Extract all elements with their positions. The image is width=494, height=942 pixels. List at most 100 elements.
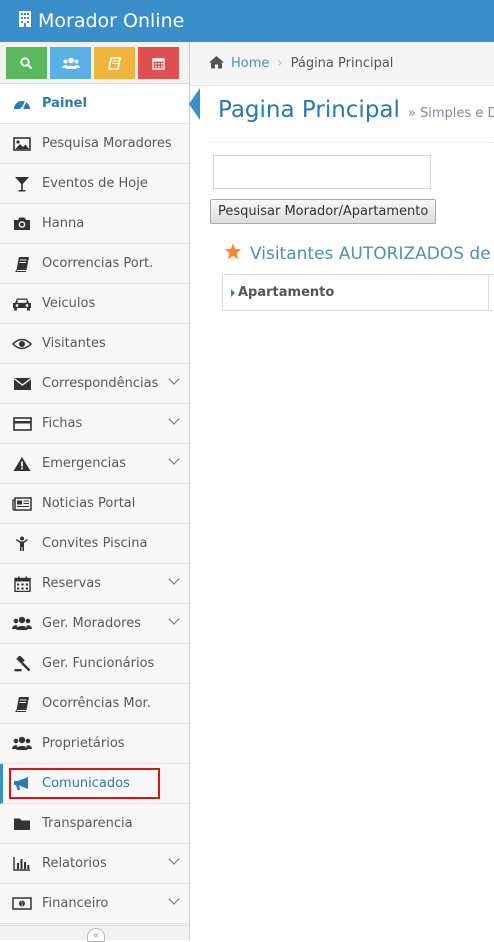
table-header-apartamento[interactable]: Apartamento (223, 275, 489, 310)
app-title[interactable]: Morador Online (38, 10, 184, 32)
sidebar-item-proprietarios[interactable]: Proprietários (0, 724, 189, 764)
search-icon (20, 56, 33, 69)
sidebar-item-ocorrencias-mor[interactable]: Ocorrências Mor. (0, 684, 189, 724)
widget-header: Visitantes AUTORIZADOS de H (224, 243, 494, 265)
sidebar-item-pesquisa-moradores[interactable]: Pesquisa Moradores (0, 124, 189, 164)
sidebar-item-label: Eventos de Hoje (42, 176, 148, 191)
page-subtitle-text: Simples e Dir (420, 106, 494, 121)
double-chevron-right-icon: » (407, 106, 421, 121)
page-header: Pagina Principal » Simples e Dir (218, 97, 494, 123)
users-icon (11, 614, 33, 634)
breadcrumb-separator-icon: › (277, 56, 283, 71)
chevron-down-icon (168, 613, 180, 625)
sidebar-item-ger-moradores[interactable]: Ger. Moradores (0, 604, 189, 644)
chevron-down-icon (168, 453, 180, 465)
sidebar-item-label: Transparencia (42, 816, 133, 831)
sidebar-item-label: Convites Piscina (42, 536, 148, 551)
camera-icon (11, 214, 33, 234)
search-morador-button[interactable]: Pesquisar Morador/Apartamento (210, 199, 437, 224)
gavel-icon (11, 654, 33, 674)
book-icon (11, 694, 33, 714)
book-icon (11, 254, 33, 274)
chevron-down-icon (168, 373, 180, 385)
breadcrumb: Home › Página Principal (190, 42, 494, 86)
users-icon (61, 57, 80, 69)
visitors-table: Apartamento (222, 274, 494, 311)
page-subtitle: » Simples e Dir (408, 106, 494, 121)
sidebar-item-noticias-portal[interactable]: Noticias Portal (0, 484, 189, 524)
breadcrumb-current: Página Principal (290, 56, 394, 71)
home-icon (208, 54, 225, 73)
sidebar-item-eventos-de-hoje[interactable]: Eventos de Hoje (0, 164, 189, 204)
credit-card-icon (11, 414, 33, 434)
calendar-icon (152, 57, 165, 70)
search-shortcut-button[interactable] (6, 47, 47, 79)
newspaper-icon (11, 494, 33, 514)
sidebar-item-hanna[interactable]: Hanna (0, 204, 189, 244)
sidebar-item-label: Ocorrências Mor. (42, 696, 151, 711)
sidebar-item-label: Emergencias (42, 456, 126, 471)
sidebar-item-comunicados[interactable]: Comunicados (0, 764, 189, 804)
sidebar-item-ger-funcionarios[interactable]: Ger. Funcionários (0, 644, 189, 684)
navbar: Morador Online (0, 0, 494, 42)
sidebar-item-emergencias[interactable]: Emergencias (0, 444, 189, 484)
calendar-shortcut-button[interactable] (138, 47, 179, 79)
picture-icon (11, 134, 33, 154)
users-shortcut-button[interactable] (50, 47, 91, 79)
glass-icon (11, 174, 33, 194)
main-content: Home › Página Principal Pagina Principal… (190, 42, 494, 940)
chevron-down-icon (168, 413, 180, 425)
sidebar-item-label: Visitantes (42, 336, 106, 351)
warning-icon (11, 454, 33, 474)
sidebar-item-label: Ger. Funcionários (42, 656, 155, 671)
sidebar-item-financeiro[interactable]: 1 Financeiro (0, 884, 189, 924)
sidebar-item-correspondencias[interactable]: Correspondências (0, 364, 189, 404)
building-icon (18, 10, 32, 33)
breadcrumb-home-link[interactable]: Home (231, 56, 269, 71)
header-divider (210, 142, 494, 143)
column-header-label: Apartamento (238, 285, 335, 300)
sidebar-item-veiculos[interactable]: Veiculos (0, 284, 189, 324)
highlight-box (9, 768, 160, 799)
sidebar-item-label: Relatorios (42, 856, 107, 871)
sidebar-item-label: Correspondências (42, 376, 159, 391)
child-icon (11, 534, 33, 554)
envelope-icon (11, 374, 33, 394)
sidebar-item-label: Proprietários (42, 736, 125, 751)
calendar-icon (11, 574, 33, 594)
sidebar-item-label: Fichas (42, 416, 83, 431)
sidebar-item-transparencia[interactable]: Transparencia (0, 804, 189, 844)
sidebar: Painel Pesquisa Moradores Eventos de Hoj… (0, 42, 200, 942)
sidebar-item-label: Painel (42, 96, 87, 111)
dashboard-icon (11, 94, 33, 114)
sidebar-item-reservas[interactable]: Reservas (0, 564, 189, 604)
chevron-down-icon (168, 853, 180, 865)
svg-text:1: 1 (20, 902, 23, 908)
sidebar-item-convites-piscina[interactable]: Convites Piscina (0, 524, 189, 564)
page-title: Pagina Principal (218, 97, 400, 123)
eye-icon (11, 334, 33, 354)
sidebar-item-visitantes[interactable]: Visitantes (0, 324, 189, 364)
caret-right-icon (231, 288, 235, 297)
sidebar-item-fichas[interactable]: Fichas (0, 404, 189, 444)
sidebar-item-ocorrencias-port[interactable]: Ocorrencias Port. (0, 244, 189, 284)
sidebar-item-label: Ocorrencias Port. (42, 256, 154, 271)
sidebar-shortcuts (0, 42, 189, 84)
folder-icon (11, 814, 33, 834)
sidebar-item-label: Hanna (42, 216, 85, 231)
car-icon (11, 294, 33, 314)
sidebar-item-relatorios[interactable]: Relatorios (0, 844, 189, 884)
users-icon (11, 734, 33, 754)
search-input[interactable] (213, 155, 431, 189)
sidebar-item-label: Reservas (42, 576, 101, 591)
widget-title: Visitantes AUTORIZADOS de H (250, 244, 494, 264)
sidebar-item-label: Veiculos (42, 296, 96, 311)
sidebar-item-label: Pesquisa Moradores (42, 136, 172, 151)
sidebar-item-label: Noticias Portal (42, 496, 136, 511)
sidebar-footer: « (0, 925, 189, 942)
star-icon (224, 243, 242, 265)
money-icon: 1 (11, 894, 33, 914)
book-shortcut-button[interactable] (94, 47, 135, 79)
sidebar-item-painel[interactable]: Painel (0, 84, 200, 124)
chevron-down-icon (168, 573, 180, 585)
